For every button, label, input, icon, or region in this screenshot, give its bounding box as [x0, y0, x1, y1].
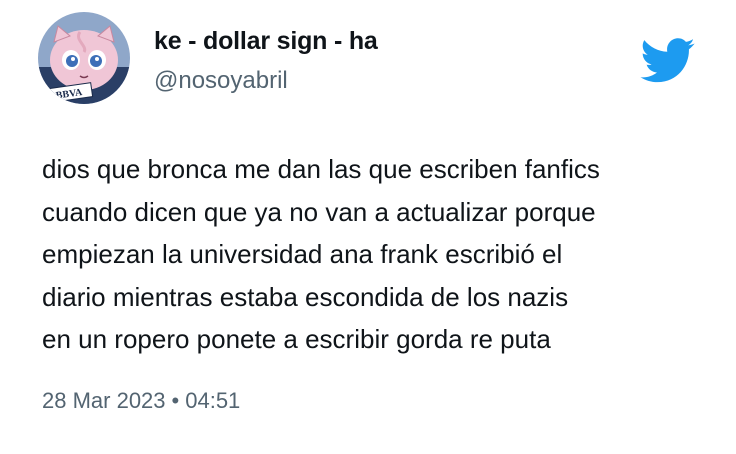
- tweet-line: dios que bronca me dan las que escriben …: [42, 154, 600, 184]
- avatar[interactable]: BBVA: [38, 12, 130, 104]
- tweet-timestamp[interactable]: 28 Mar 2023 • 04:51: [42, 388, 240, 414]
- user-handle[interactable]: @nosoyabril: [154, 67, 288, 95]
- tweet-line: diario mientras estaba escondida de los …: [42, 281, 569, 312]
- tweet-text: dios que bronca me dan las que escriben …: [42, 148, 722, 361]
- tweet-line: empiezan la universidad ana frank escrib…: [42, 239, 563, 269]
- display-name[interactable]: ke - dollar sign - ha: [154, 27, 378, 56]
- tweet-card: BBVA ke - dollar sign - ha @nosoyabril d…: [0, 0, 736, 454]
- tweet-date: 28 Mar 2023: [42, 388, 166, 413]
- tweet-line: en un ropero ponete a escribir gorda re …: [42, 324, 551, 354]
- tweet-time: 04:51: [185, 388, 241, 413]
- twitter-bird-icon: [640, 38, 696, 84]
- tweet-line: cuando dicen que ya no van a actualizar …: [42, 196, 596, 227]
- separator-dot: •: [171, 388, 180, 413]
- avatar-image: BBVA: [38, 12, 130, 104]
